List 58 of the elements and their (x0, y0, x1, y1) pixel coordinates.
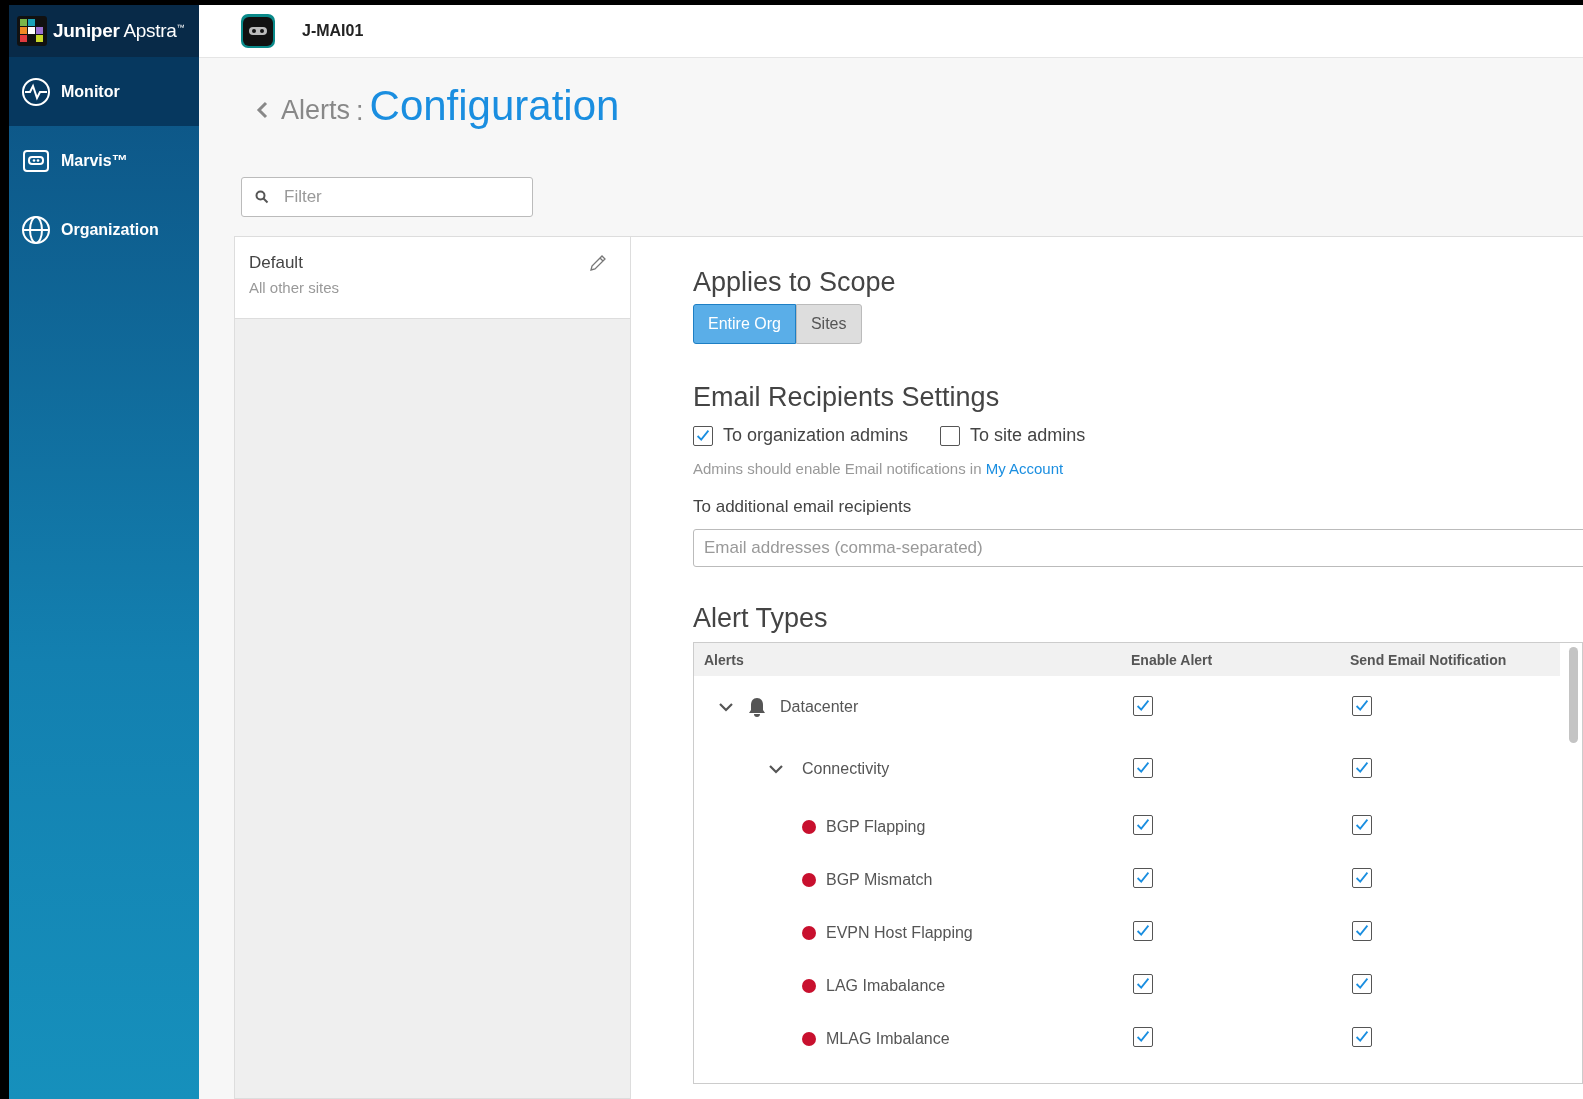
logo-icon (17, 16, 47, 46)
checkbox[interactable] (1352, 757, 1372, 778)
checkbox[interactable] (1352, 1027, 1372, 1047)
sidebar-item[interactable]: Monitor (9, 57, 199, 126)
checkbox[interactable] (1352, 815, 1372, 835)
breadcrumb-separator: : (356, 96, 364, 127)
filter-field[interactable]: Filter (241, 177, 533, 217)
sidebar-item[interactable]: Organization (9, 195, 199, 264)
chevron-left-icon (255, 100, 269, 120)
alert-name: LAG Imabalance (826, 976, 946, 995)
checkbox[interactable] (1352, 868, 1372, 888)
checkbox[interactable] (940, 425, 961, 446)
checkbox-label: To site admins (970, 425, 1086, 446)
scope-option[interactable]: Sites (795, 304, 862, 344)
field-label: To additional email recipients (693, 497, 913, 517)
alert-name: BGP Flapping (826, 817, 926, 836)
alert-name: EVPN Host Flapping (826, 923, 973, 942)
robot-face-icon (241, 14, 275, 48)
checkbox[interactable] (1133, 757, 1153, 778)
checkbox[interactable] (1352, 921, 1372, 941)
checkbox[interactable] (1133, 921, 1153, 941)
alert-name: MLAG Imbalance (826, 1029, 950, 1048)
checkbox[interactable] (1133, 868, 1153, 888)
bell-icon (748, 697, 766, 717)
checkbox[interactable] (1133, 974, 1153, 994)
checkbox[interactable] (1133, 1027, 1153, 1047)
org-name: J-MAI01 (302, 22, 364, 40)
alert-name: BGP Mismatch (826, 870, 933, 889)
checkbox[interactable] (1133, 815, 1153, 835)
checkbox-label: To organization admins (723, 425, 909, 446)
column-header: Enable Alert (1131, 651, 1214, 668)
checkbox[interactable] (1133, 695, 1153, 716)
my-account-link[interactable]: My Account (985, 460, 1064, 477)
template-item[interactable]: Default All other sites (235, 237, 630, 319)
globe-icon (21, 214, 51, 245)
alert-name: Connectivity (802, 760, 890, 778)
checkbox[interactable] (1352, 695, 1372, 716)
search-icon (255, 190, 269, 204)
alert-name: Datacenter (780, 698, 859, 716)
pulse-icon (21, 76, 51, 107)
template-name: Default (249, 253, 304, 273)
column-header: Alerts (703, 651, 745, 668)
scrollbar[interactable] (1569, 647, 1578, 743)
column-header: Send Email Notification (1350, 651, 1508, 668)
page-title: Configuration (369, 82, 620, 130)
section-heading: Applies to Scope (693, 267, 897, 298)
brand-name: Juniper Apstra$^{™}$ (53, 20, 185, 42)
checkbox[interactable] (693, 425, 713, 446)
checkbox[interactable] (1352, 974, 1372, 994)
chevron-icon[interactable] (718, 701, 734, 713)
section-heading: Alert Types (693, 603, 829, 634)
sidebar-item[interactable]: Marvis™ (9, 126, 199, 195)
chevron-icon[interactable] (768, 763, 784, 775)
template-subtitle: All other sites (249, 279, 340, 296)
section-heading: Email Recipients Settings (693, 382, 1001, 413)
hint-text: Admins should enable Email notifications in My Account (693, 460, 1065, 477)
email-input[interactable]: Email addresses (comma-separated) (693, 529, 1583, 567)
pencil-icon[interactable] (588, 253, 608, 273)
